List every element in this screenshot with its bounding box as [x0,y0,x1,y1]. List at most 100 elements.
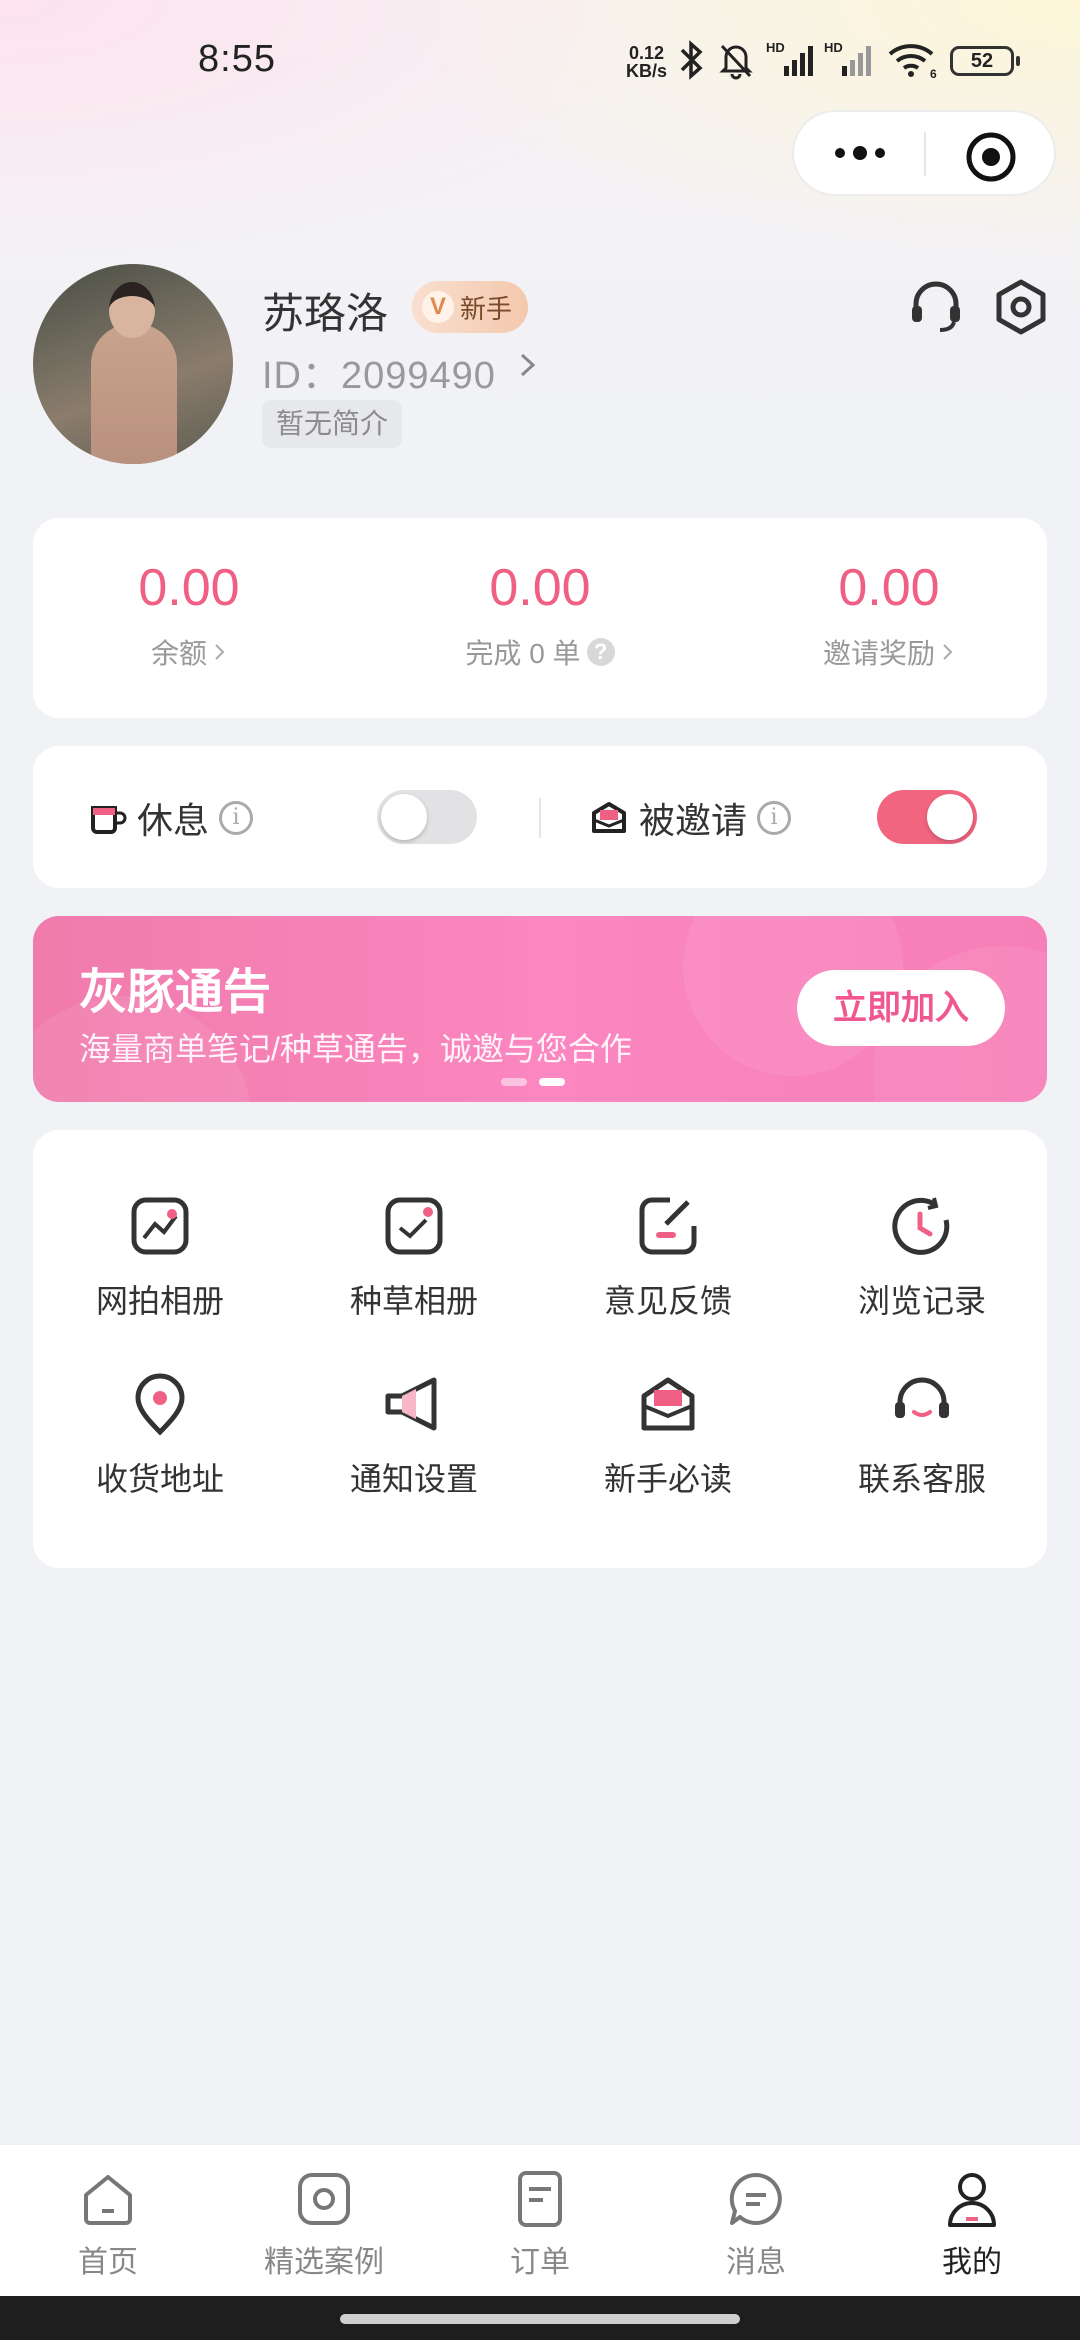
carousel-dot-active [539,1078,565,1086]
rest-toggle-label: 休息 i [87,792,254,844]
chevron-right-icon[interactable] [516,350,540,380]
divider [539,798,541,838]
history-icon [892,1197,950,1255]
stat-balance[interactable]: 0.00 余额 [39,558,339,672]
svg-text:HD: HD [824,40,843,55]
info-icon[interactable]: i [757,801,792,835]
chevron-right-icon [943,644,953,660]
menu-label: 种草相册 [349,1283,478,1319]
tab-label: 精选案例 [264,2246,384,2279]
menu-label: 新手必读 [603,1461,732,1497]
v-badge-icon: V [422,291,454,323]
stat-completed: 0.00 完成 0 单 ? [390,558,690,672]
menu-label: 通知设置 [349,1461,478,1497]
info-icon[interactable]: i [219,801,254,835]
bluetooth-icon [680,40,703,80]
promo-banner[interactable]: 灰豚通告 海量商单笔记/种草通告，诚邀与您合作 立即加入 [33,916,1047,1102]
bottom-tab-bar: 首页 精选案例 订单 消息 我的 [0,2144,1080,2297]
chevron-right-icon [215,644,225,660]
completed-value: 0.00 [489,559,591,617]
camera-icon [298,2173,350,2225]
tab-label: 我的 [942,2246,1002,2279]
feature-grid-card: 网拍相册 种草相册 意见反馈 浏览记录 收货地址 通知设置 新手必读 联系客服 [33,1130,1047,1568]
avatar[interactable] [33,264,233,464]
help-icon[interactable]: ? [586,638,615,666]
rest-switch[interactable] [377,790,477,844]
battery-indicator: 52 [950,46,1020,76]
home-icon [84,2175,132,2225]
banner-subtitle: 海量商单笔记/种草通告，诚邀与您合作 [79,1031,632,1067]
mute-bell-icon [719,44,753,80]
tab-label: 首页 [78,2246,138,2279]
status-toggles-card: 休息 i 被邀请 i [33,746,1047,888]
menu-label: 网拍相册 [95,1283,224,1319]
user-id[interactable]: ID：2099490 [262,344,496,399]
user-name: 苏珞洛 [262,290,389,337]
menu-item-notification-settings[interactable]: 通知设置 [287,1372,541,1500]
level-badge: V 新手 [412,281,529,333]
coffee-cup-icon [91,806,127,834]
home-indicator[interactable] [340,2314,740,2324]
location-icon [135,1373,185,1436]
join-now-button[interactable]: 立即加入 [797,970,1005,1046]
menu-label: 意见反馈 [603,1283,732,1319]
close-miniprogram-icon[interactable] [964,130,1018,184]
menu-label: 联系客服 [857,1461,986,1497]
invited-switch[interactable] [877,790,977,844]
network-speed: 0.12 KB/s [626,43,668,81]
tab-mine[interactable]: 我的 [864,2169,1080,2281]
balance-label: 余额 [150,638,207,669]
headset-icon [895,1377,949,1418]
stat-invite-reward[interactable]: 0.00 邀请奖励 [739,558,1039,672]
menu-item-photo-album[interactable]: 网拍相册 [33,1194,287,1322]
mail-icon [641,1377,695,1431]
system-navigation-bar [0,2296,1080,2340]
check-album-icon [385,1197,443,1255]
invited-label: 被邀请 [639,800,748,841]
menu-label: 收货地址 [95,1461,224,1497]
tab-featured-cases[interactable]: 精选案例 [216,2169,432,2281]
menu-label: 浏览记录 [857,1283,986,1319]
invited-toggle-label: 被邀请 i [589,792,792,844]
menu-item-contact-support[interactable]: 联系客服 [795,1372,1049,1500]
capsule-divider [924,132,926,176]
menu-item-address[interactable]: 收货地址 [33,1372,287,1500]
settings-icon[interactable] [992,278,1050,336]
carousel-dot [501,1078,527,1086]
chat-icon [729,2172,782,2225]
feedback-icon [639,1197,697,1255]
invite-reward-value: 0.00 [838,559,940,617]
menu-item-feedback[interactable]: 意见反馈 [541,1194,795,1322]
document-icon [518,2171,562,2227]
status-bar: 8:55 0.12 KB/s HD HD 6 52 [0,0,1080,120]
rest-label: 休息 [137,800,210,841]
tab-home[interactable]: 首页 [0,2169,216,2281]
banner-title: 灰豚通告 [79,966,272,1019]
menu-item-beginner-guide[interactable]: 新手必读 [541,1372,795,1500]
person-icon [948,2173,996,2227]
completed-label: 完成 0 单 [465,638,581,669]
more-icon[interactable] [830,130,890,176]
carousel-indicator [501,1078,565,1086]
menu-item-seed-album[interactable]: 种草相册 [287,1194,541,1322]
svg-text:6: 6 [930,67,937,80]
svg-text:HD: HD [766,40,785,55]
megaphone-icon [385,1377,437,1431]
tab-label: 订单 [510,2246,570,2279]
invite-reward-label: 邀请奖励 [822,638,935,669]
user-bio[interactable]: 暂无简介 [262,400,403,448]
tab-orders[interactable]: 订单 [432,2169,648,2281]
stats-card: 0.00 余额 0.00 完成 0 单 ? 0.00 邀请奖励 [33,518,1047,718]
tab-messages[interactable]: 消息 [648,2169,864,2281]
customer-service-icon[interactable] [908,278,964,334]
miniprogram-capsule [792,110,1056,196]
envelope-icon [592,802,626,833]
signal-icon: HD [766,40,813,76]
tab-label: 消息 [726,2246,786,2279]
status-time: 8:55 [198,38,276,80]
badge-label: 新手 [460,293,513,324]
menu-item-history[interactable]: 浏览记录 [795,1194,1049,1322]
signal-icon-2: HD [824,40,871,76]
wifi-icon: 6 [888,44,937,80]
balance-value: 0.00 [138,559,240,617]
